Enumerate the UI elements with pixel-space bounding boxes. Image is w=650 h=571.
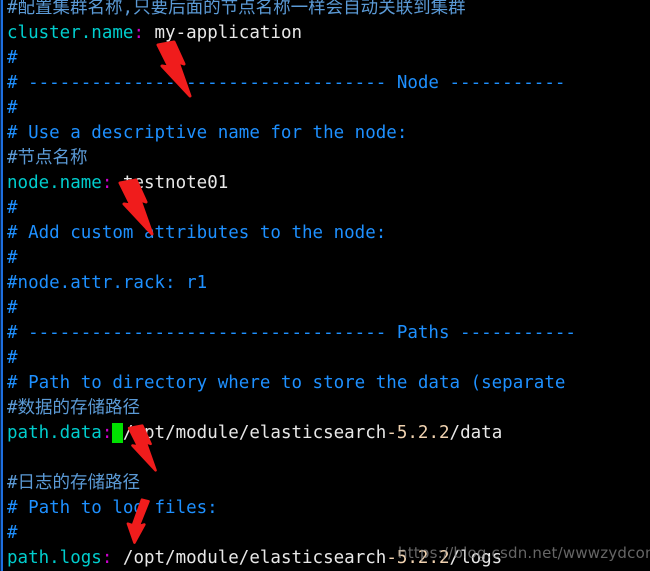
arrow-cluster-name [156,40,192,98]
line-path-data-seg-0: path.data [7,423,102,443]
line-node-name-seg-0: node.name [7,173,102,193]
line-path-to-directory[interactable]: # Path to directory where to store the d… [0,371,650,396]
line-hash-3-seg-0: # [7,198,18,218]
line-cluster-name-seg-1: : [133,23,144,43]
line-data-comment-cn[interactable]: #数据的存储路径 [0,396,650,421]
arrow-path-data [127,424,157,472]
line-hash-4[interactable]: # [0,246,650,271]
line-hash-4-seg-0: # [7,248,18,268]
line-hash-6-seg-0: # [7,348,18,368]
line-add-custom-attrs[interactable]: # Add custom attributes to the node: [0,221,650,246]
arrow-path-logs [126,498,150,544]
line-node-name-seg-1: : [101,173,113,193]
arrow-node-name [118,178,154,236]
line-hash-3[interactable]: # [0,196,650,221]
line-use-descriptive[interactable]: # Use a descriptive name for the node: [0,121,650,146]
watermark-text: https://blog.csdn.net/wwwzydcom [398,544,650,562]
line-path-to-directory-seg-0: # Path to directory where to store the d… [7,373,566,393]
line-hash-1[interactable]: # [0,46,650,71]
line-node-attr-rack-seg-0: #node.attr.rack: r1 [7,273,208,293]
line-path-data-seg-5: /data [449,423,503,443]
line-path-logs-seg-2: /opt/module/elasticsearch [112,548,387,568]
line-node-comment-cn-seg-0: #节点名称 [7,148,88,168]
line-node-comment-cn[interactable]: #节点名称 [0,146,650,171]
line-logs-comment-cn-seg-0: #日志的存储路径 [7,473,141,493]
line-use-descriptive-seg-0: # Use a descriptive name for the node: [7,123,408,143]
line-hash-2-seg-0: # [7,98,18,118]
line-cluster-name[interactable]: cluster.name: my-application [0,21,650,46]
line-path-data-seg-4: -5.2.2 [386,423,450,443]
line-cluster-comment-cn-seg-0: #配置集群名称,只要后面的节点名称一样会自动关联到集群 [7,0,466,18]
line-path-data[interactable]: path.data: /opt/module/elasticsearch-5.2… [0,421,650,446]
arrow-node-name-glyph [118,178,154,236]
line-node-attr-rack[interactable]: #node.attr.rack: r1 [0,271,650,296]
line-path-to-log-files[interactable]: # Path to log files: [0,496,650,521]
line-path-data-seg-1: : [101,423,113,443]
line-path-logs-seg-1: : [101,548,113,568]
line-paths-divider[interactable]: # ---------------------------------- Pat… [0,321,650,346]
line-cluster-name-seg-0: cluster.name [7,23,134,43]
line-hash-2[interactable]: # [0,96,650,121]
line-paths-divider-seg-0: # ---------------------------------- Pat… [7,323,576,343]
editor-left-border[interactable] [1,0,3,571]
line-hash-7-seg-0: # [7,523,18,543]
line-hash-1-seg-0: # [7,48,18,68]
line-hash-6[interactable]: # [0,346,650,371]
line-hash-5[interactable]: # [0,296,650,321]
line-hash-5-seg-0: # [7,298,18,318]
arrow-path-logs-glyph [126,498,150,544]
arrow-path-data-glyph [127,424,157,472]
code-content[interactable]: #配置集群名称,只要后面的节点名称一样会自动关联到集群 cluster.name:… [0,0,650,571]
line-add-custom-attrs-seg-0: # Add custom attributes to the node: [7,223,387,243]
line-logs-comment-cn[interactable]: #日志的存储路径 [0,471,650,496]
terminal-editor-screen: #配置集群名称,只要后面的节点名称一样会自动关联到集群 cluster.name:… [0,0,650,571]
arrow-cluster-name-glyph [156,40,192,98]
line-cluster-comment-cn[interactable]: #配置集群名称,只要后面的节点名称一样会自动关联到集群 [0,0,650,21]
line-node-divider[interactable]: # ---------------------------------- Nod… [0,71,650,96]
line-blank-1[interactable] [0,446,650,471]
line-node-name[interactable]: node.name: testnote01 [0,171,650,196]
line-data-comment-cn-seg-0: #数据的存储路径 [7,398,141,418]
line-node-divider-seg-0: # ---------------------------------- Nod… [7,73,566,93]
line-path-logs-seg-0: path.logs [7,548,102,568]
